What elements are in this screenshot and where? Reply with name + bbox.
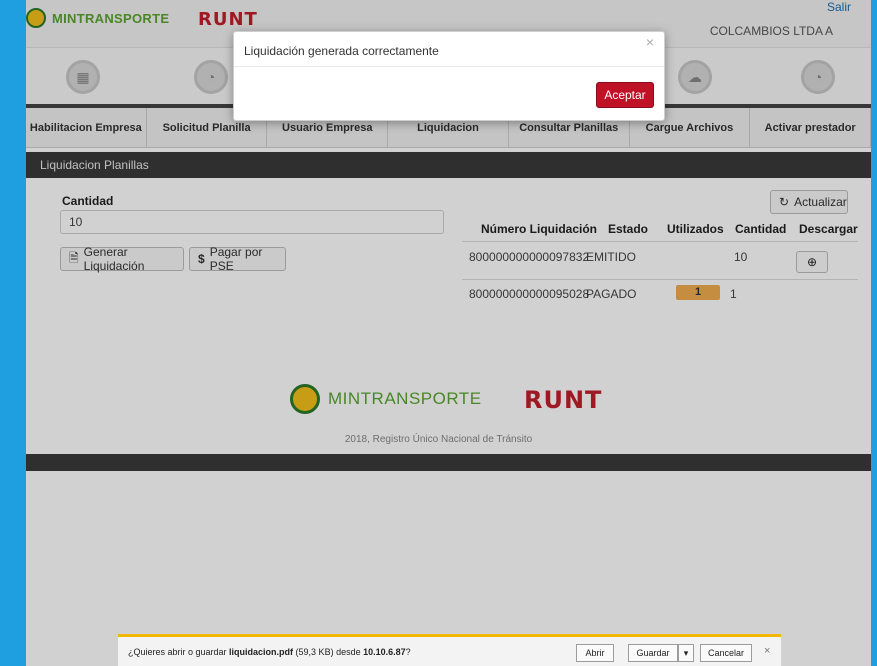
save-button[interactable]: Guardar: [628, 644, 678, 662]
download-notification-bar: ¿Quieres abrir o guardar liquidacion.pdf…: [118, 634, 781, 666]
download-prompt: ¿Quieres abrir o guardar liquidacion.pdf…: [128, 647, 411, 657]
download-filename: liquidacion.pdf: [229, 647, 294, 657]
dialog-divider: [234, 66, 664, 67]
download-host: 10.10.6.87: [363, 647, 406, 657]
window-frame-left: [0, 0, 26, 666]
close-icon[interactable]: ×: [646, 34, 654, 50]
download-prompt-prefix: ¿Quieres abrir o guardar: [128, 647, 230, 657]
save-options-button[interactable]: ▾: [678, 644, 694, 662]
download-prompt-suffix: ?: [405, 647, 411, 657]
accept-button[interactable]: Aceptar: [596, 82, 654, 108]
window-frame-right: [871, 0, 877, 666]
dialog-message: Liquidación generada correctamente: [244, 44, 439, 58]
success-dialog: Liquidación generada correctamente × Ace…: [233, 31, 665, 121]
close-icon[interactable]: ×: [764, 645, 770, 657]
chevron-down-icon: ▾: [683, 647, 689, 658]
download-size: (59,3 KB) desde: [293, 647, 364, 657]
open-button[interactable]: Abrir: [576, 644, 614, 662]
cancel-button[interactable]: Cancelar: [700, 644, 752, 662]
